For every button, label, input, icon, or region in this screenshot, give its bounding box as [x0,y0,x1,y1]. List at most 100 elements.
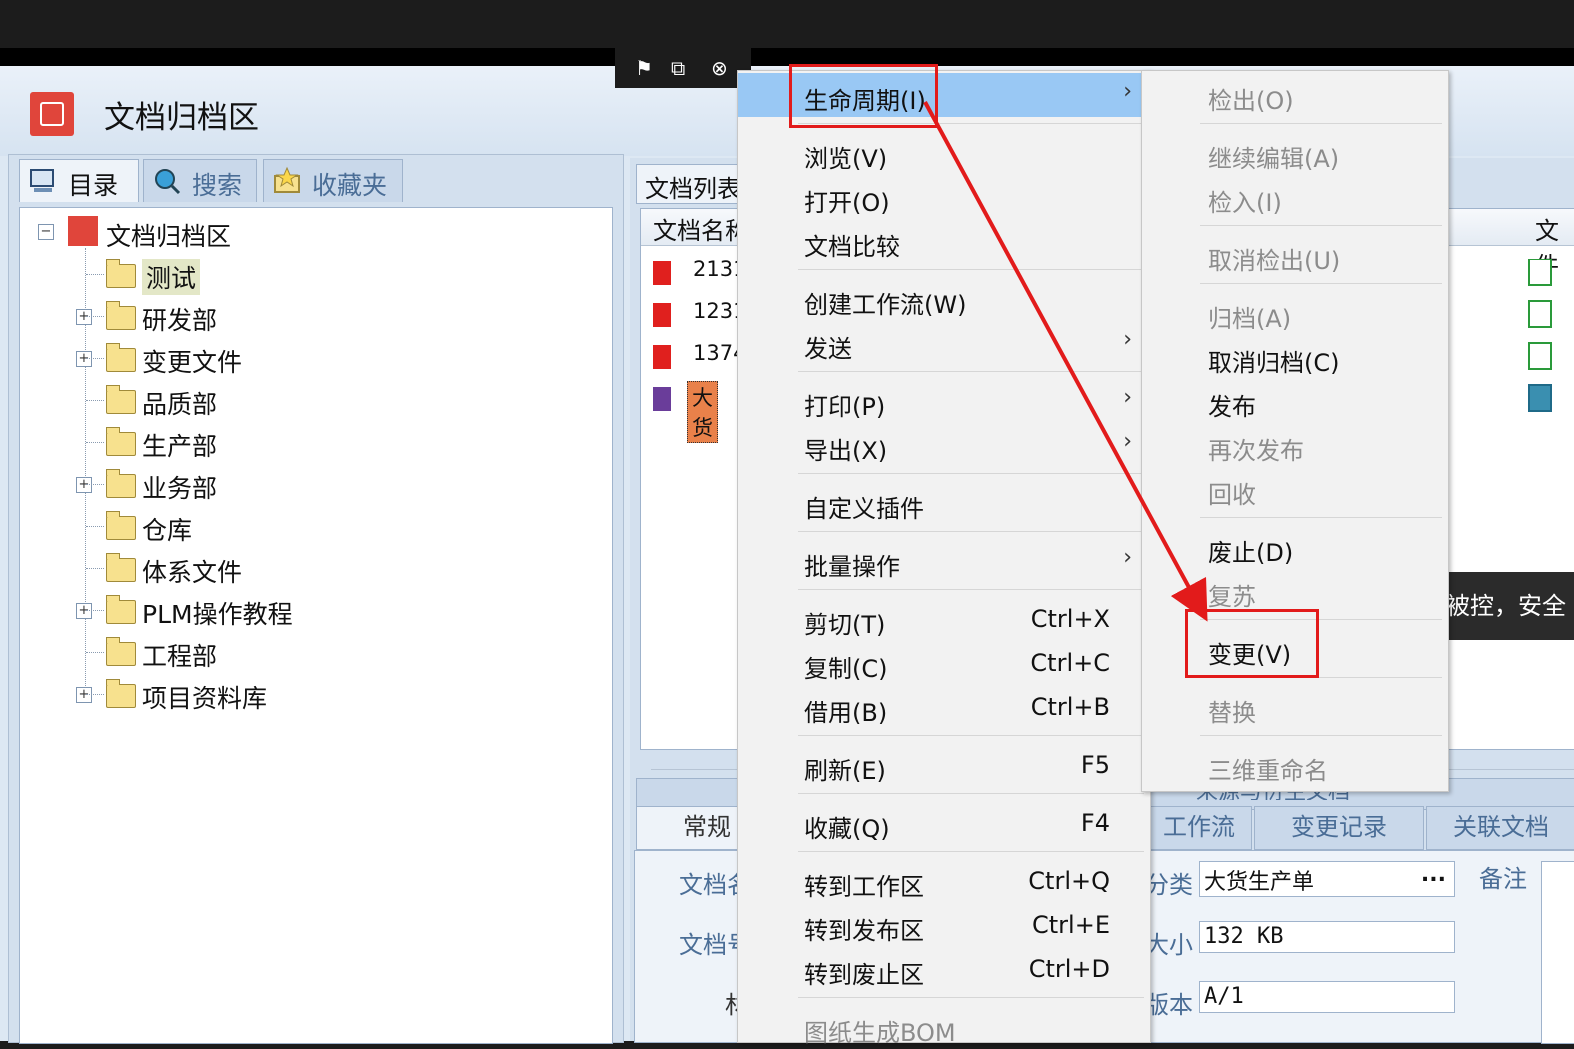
folder-icon [106,595,136,624]
pdf-file-icon [653,261,671,285]
chevron-right-icon: › [1123,385,1132,410]
tab-workflow[interactable]: 工作流 [1146,806,1252,850]
menu-item[interactable]: 打开(O) [738,175,1150,219]
pdf-file-icon [653,303,671,327]
submenu-item[interactable]: 再次发布 [1142,423,1448,467]
submenu-item[interactable]: 三维重命名 [1142,743,1448,787]
menu-item[interactable]: 剪切(T) Ctrl+X [738,597,1150,641]
menu-item[interactable]: 打印(P) › [738,379,1150,423]
menu-separator [1200,123,1442,124]
submenu-item[interactable]: 检出(O) [1142,73,1448,117]
menu-item[interactable]: 导出(X) › [738,423,1150,467]
submenu-item[interactable]: 继续编辑(A) [1142,131,1448,175]
chevron-right-icon: › [1123,429,1132,454]
tab-document-list[interactable]: 文档列表 [636,164,746,204]
size-label: 大小 [1145,931,1193,959]
menu-item[interactable]: 文档比较 [738,219,1150,263]
folder-icon [106,511,136,540]
folder-icon [106,553,136,582]
submenu-item[interactable]: 替换 [1142,685,1448,729]
archive-root-icon [68,216,98,246]
menu-separator [798,269,1144,270]
menu-separator [1200,283,1442,284]
tab-change-record[interactable]: 变更记录 [1254,806,1424,850]
folder-icon [106,259,136,288]
directory-tree: − 文档归档区 测试 + 研发部 + 变更文件 品质部 生产部 + 业务部 仓库 体系文件 + PLM操… [19,207,613,1044]
tab-catalog[interactable]: 目录 [19,159,139,202]
app-logo-icon [30,92,74,136]
chevron-right-icon: › [1123,545,1132,570]
pdf-file-icon [653,345,671,369]
expand-icon[interactable]: + [76,309,92,325]
category-label: 分类 [1145,871,1193,899]
submenu-item[interactable]: 取消检出(U) [1142,233,1448,277]
folder-icon [106,679,136,708]
expand-icon[interactable]: + [76,351,92,367]
menu-separator [798,735,1144,736]
folder-icon [106,301,136,330]
desktop-top-bar [0,0,1574,48]
version-field: A/1 [1199,981,1455,1013]
menu-item[interactable]: 自定义插件 [738,481,1150,525]
menu-item[interactable]: 转到废止区 Ctrl+D [738,947,1150,991]
folder-icon [106,385,136,414]
menu-separator [1200,517,1442,518]
menu-separator [798,371,1144,372]
computer-icon [30,169,54,192]
menu-item[interactable]: 浏览(V) [738,131,1150,175]
browse-button[interactable]: ... [1421,862,1446,887]
pin-icon[interactable]: ⚑ [635,56,653,80]
menu-separator [798,793,1144,794]
menu-separator [798,531,1144,532]
menu-item[interactable]: 转到发布区 Ctrl+E [738,903,1150,947]
version-label: 版本 [1145,991,1193,1019]
file-status-icons [1528,259,1552,412]
expand-icon[interactable]: + [76,603,92,619]
submenu-item[interactable]: 回收 [1142,467,1448,511]
menu-item[interactable]: 收藏(Q) F4 [738,801,1150,845]
menu-separator [798,851,1144,852]
folder-icon [106,343,136,372]
menu-item[interactable]: 图纸生成BOM [738,1005,1150,1049]
close-icon[interactable]: ⊗ [711,56,728,80]
collapse-icon[interactable]: − [38,224,54,240]
menu-separator [1200,735,1442,736]
submenu-item[interactable]: 归档(A) [1142,291,1448,335]
submenu-item[interactable]: 取消归档(C) [1142,335,1448,379]
tab-search[interactable]: 搜索 [143,159,257,202]
remark-field[interactable] [1541,861,1574,1044]
menu-item[interactable]: 刷新(E) F5 [738,743,1150,787]
menu-item[interactable]: 批量操作 › [738,539,1150,583]
category-field[interactable]: 大货生产单 ... [1199,861,1455,897]
search-icon [155,169,181,195]
submenu-item[interactable]: 废止(D) [1142,525,1448,569]
submenu-item[interactable]: 发布 [1142,379,1448,423]
tooltip: 被控，安全 [1446,572,1574,640]
size-field: 132 KB [1199,921,1455,953]
chevron-right-icon: › [1123,327,1132,352]
left-panel: 目录 搜索 收藏夹 − 文档归档区 测试 + 研发部 + 变更文件 品质部 生产部 + 业务部仓… [8,154,624,1044]
tab-related-docs[interactable]: 关联文档 [1426,806,1574,850]
folder-icon [106,469,136,498]
annotation-box-change [1185,609,1319,678]
lifecycle-submenu: 检出(O) 继续编辑(A) 检入(I) 取消检出(U) 归档(A) 取消归档(C) 发布 再次… [1141,70,1449,792]
menu-item[interactable]: 创建工作流(W) [738,277,1150,321]
restore-icon[interactable]: ⧉ [671,56,685,80]
annotation-box-lifecycle [789,64,938,128]
submenu-item[interactable]: 检入(I) [1142,175,1448,219]
menu-separator [798,997,1144,998]
favorites-folder-icon [274,166,300,193]
tab-favorites[interactable]: 收藏夹 [263,159,403,202]
menu-separator [798,473,1144,474]
column-doc-name[interactable]: 文档名称 [653,211,749,246]
menu-separator [798,589,1144,590]
expand-icon[interactable]: + [76,477,92,493]
document-file-icon [653,387,671,411]
submenu-item[interactable]: 复苏 [1142,569,1448,613]
menu-item[interactable]: 复制(C) Ctrl+C [738,641,1150,685]
menu-item[interactable]: 发送 › [738,321,1150,365]
menu-item[interactable]: 转到工作区 Ctrl+Q [738,859,1150,903]
app-title: 文档归档区 [104,100,259,136]
expand-icon[interactable]: + [76,687,92,703]
menu-item[interactable]: 借用(B) Ctrl+B [738,685,1150,729]
